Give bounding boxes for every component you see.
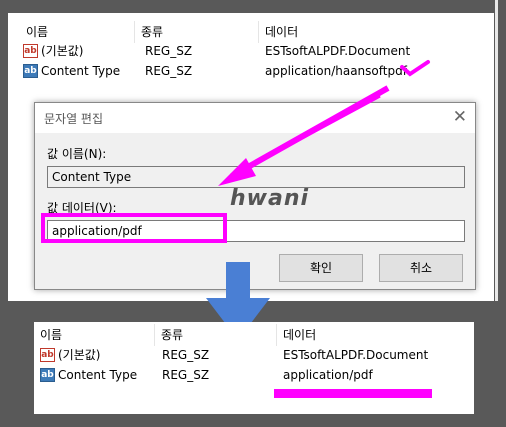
row-data: ESTsoftALPDF.Document bbox=[283, 348, 429, 362]
ab-string-icon: ab bbox=[40, 368, 55, 382]
column-header-type[interactable]: 종류 bbox=[154, 324, 271, 346]
highlight-arrow-icon bbox=[218, 85, 390, 186]
row-data: application/pdf bbox=[283, 368, 373, 382]
row-type: REG_SZ bbox=[162, 348, 210, 362]
row-type: REG_SZ bbox=[162, 368, 210, 382]
check-mark-icon bbox=[400, 60, 430, 77]
highlight-underline bbox=[274, 389, 432, 398]
ab-string-icon: ab bbox=[40, 348, 55, 362]
registry-list-bottom: 이름 종류 데이터 ab (기본값) REG_SZ ESTsoftALPDF.D… bbox=[34, 322, 474, 414]
column-header-data[interactable]: 데이터 bbox=[276, 324, 473, 346]
row-name: Content Type bbox=[58, 368, 138, 382]
column-header-name[interactable]: 이름 bbox=[40, 324, 150, 346]
row-name: (기본값) bbox=[58, 348, 101, 362]
